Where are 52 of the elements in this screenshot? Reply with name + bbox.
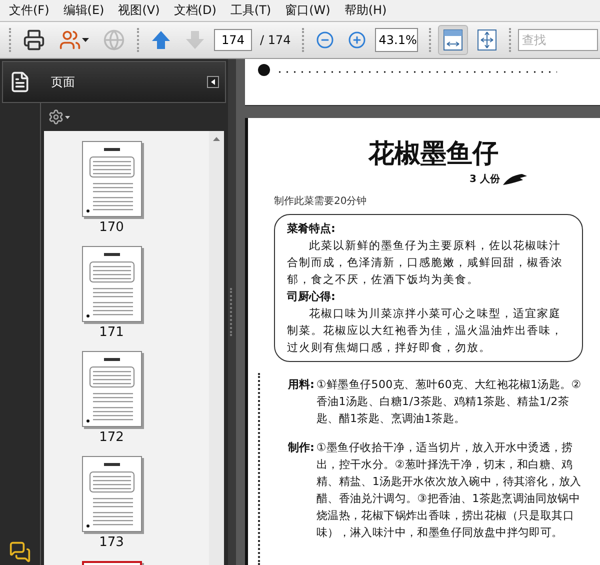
menu-item[interactable]: 编辑(E) [56,2,112,19]
collapse-button[interactable] [207,76,219,88]
page-thumbnail[interactable] [82,141,142,217]
globe-icon [103,29,125,51]
servings: 3 人份 [470,172,500,186]
menu-item[interactable]: 文档(D) [166,2,224,19]
section-text: 花椒口味为川菜凉拌小菜可心之味型，适宜家庭制菜。花椒应以大红袍香为佳，温火温油炸出香味，过火则有焦煳口感，拌好即食，勿放。 [287,306,564,356]
menu-item[interactable]: 文件(F) [2,2,56,19]
section-heading: 菜肴特点: [287,221,336,237]
gear-icon [48,109,64,125]
panel-title: 页面 [51,74,76,90]
zoom-in-icon [348,31,366,49]
arrow-up-icon [151,30,171,50]
zoom-field[interactable]: 43.1% [374,28,418,52]
fit-width-icon [442,29,463,51]
fit-width-button[interactable] [438,25,468,55]
recipe-text: ①鲜墨鱼仔500克、葱叶60克、大红袍花椒1汤匙。②香油1汤匙、白糖1/3茶匙、鸡精1茶匙、精盐1/2茶匙、醋1茶匙、烹调油1茶匙。 [316,377,582,427]
page-number: 170 [99,220,124,235]
printer-icon [23,29,45,51]
scroll-up-icon[interactable] [213,137,220,141]
page-thumbnail[interactable] [82,351,142,427]
search-field[interactable]: 查找 [518,29,598,51]
arrow-down-icon [185,30,205,50]
page-thumbnail[interactable] [82,456,142,532]
triangle-left-icon [211,79,215,85]
recipe-title: 花椒墨鱼仔 [367,138,500,170]
menu-item[interactable]: 视图(V) [111,2,167,19]
recipe-label: 用料: [288,377,314,393]
page-number: 172 [99,430,124,445]
caret-icon [65,116,70,118]
menu-item[interactable]: 帮助(H) [337,2,394,19]
page-number: 171 [99,325,124,340]
page-thumbnail[interactable] [82,246,142,322]
recipe-text: ①墨鱼仔收拾干净，适当切片，放入开水中烫透，捞出，控干水分。②葱叶择洗干净，切末，和白糖、鸡精、精盐、1汤匙开水依次放入碗中，待其溶化，放入醋、香油兑汁调匀。③把香油、1茶匙烹调油同放锅中烧温热，花椒下锅炸出香味，捞出花椒（只是取其口味），淋入味汁中，和墨鱼仔同放盘中拌匀即可。 [316,440,582,541]
scrollbar[interactable] [209,131,224,565]
options-button[interactable] [48,109,70,125]
zoom-out-icon [316,31,334,49]
people-icon [59,29,81,51]
section-heading: 司厨心得: [287,289,336,305]
menu-item[interactable]: 工具(T) [223,2,278,19]
caret-icon [82,38,89,42]
brush-stroke-icon [502,172,528,186]
page-number-field[interactable]: 174 [214,29,252,51]
page-count: / 174 [260,33,291,47]
page-icon [9,71,31,93]
recipe-label: 制作: [288,440,314,456]
menu-item[interactable]: 窗口(W) [278,2,338,19]
page-number: 173 [99,535,124,550]
fit-page-icon [476,29,497,51]
section-text: 此菜以新鲜的墨鱼仔为主要原料，佐以花椒味汁合制而成，色泽清新，口感脆嫩，咸鲜回甜，椒香浓郁，食之不厌，佐酒下饭均为美食。 [287,238,564,288]
time-note: 制作此菜需要20分钟 [274,194,368,208]
comments-icon[interactable] [9,541,31,563]
